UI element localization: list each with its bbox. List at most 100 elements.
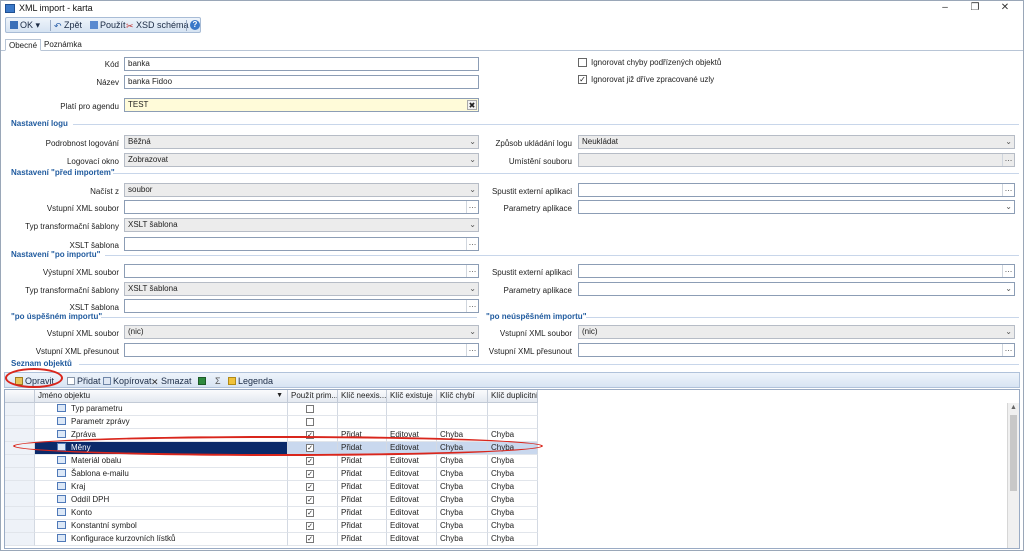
code-input[interactable]: banka bbox=[124, 57, 479, 71]
use-primary-checkbox[interactable]: ✓ bbox=[306, 522, 314, 530]
scroll-up-icon[interactable]: ▲ bbox=[1010, 404, 1017, 411]
after-xml-input[interactable]: … bbox=[124, 264, 479, 278]
log-detail-select[interactable]: Běžná ⌄ bbox=[124, 135, 479, 149]
sum-button[interactable]: Σ bbox=[215, 375, 221, 387]
browse-icon[interactable]: … bbox=[466, 265, 478, 277]
cell-exists[interactable]: Editovat bbox=[387, 455, 437, 468]
delete-button[interactable]: ✕ Smazat bbox=[151, 375, 192, 387]
use-primary-checkbox-cell[interactable] bbox=[288, 416, 338, 429]
failure-xml-select[interactable]: (nic) ⌄ bbox=[578, 325, 1015, 339]
grid-scrollbar[interactable]: ▲ bbox=[1007, 403, 1019, 548]
cell-exists[interactable] bbox=[387, 403, 437, 416]
use-primary-checkbox[interactable]: ✓ bbox=[306, 457, 314, 465]
cell-exists[interactable]: Editovat bbox=[387, 494, 437, 507]
scroll-thumb[interactable] bbox=[1010, 415, 1017, 491]
cell-missing[interactable]: Přidat bbox=[338, 520, 387, 533]
cell-absent[interactable]: Chyba bbox=[437, 494, 488, 507]
cell-dup[interactable]: Chyba bbox=[488, 455, 538, 468]
cell-absent[interactable]: Chyba bbox=[437, 455, 488, 468]
cell-exists[interactable] bbox=[387, 416, 437, 429]
add-button[interactable]: Přidat bbox=[67, 375, 101, 387]
cell-dup[interactable] bbox=[488, 403, 538, 416]
use-primary-checkbox-cell[interactable]: ✓ bbox=[288, 494, 338, 507]
row-indicator[interactable] bbox=[5, 455, 35, 468]
row-indicator[interactable] bbox=[5, 429, 35, 442]
column-header-key-missing[interactable]: Klíč neexis... bbox=[338, 390, 387, 403]
cell-dup[interactable]: Chyba bbox=[488, 481, 538, 494]
before-xml-input[interactable]: … bbox=[124, 200, 479, 214]
cell-absent[interactable]: Chyba bbox=[437, 468, 488, 481]
cell-missing[interactable] bbox=[338, 403, 387, 416]
close-button[interactable]: ✕ bbox=[991, 1, 1019, 16]
copy-button[interactable]: Kopírovat bbox=[103, 375, 152, 387]
cell-exists[interactable]: Editovat bbox=[387, 520, 437, 533]
object-name-cell[interactable]: Typ parametru bbox=[35, 403, 288, 416]
column-header-use-primary[interactable]: Použít prim... bbox=[288, 390, 338, 403]
before-params-select[interactable]: ⌄ bbox=[578, 200, 1015, 214]
back-button[interactable]: ↶ Zpět bbox=[54, 19, 82, 32]
failure-move-input[interactable]: … bbox=[578, 343, 1015, 357]
use-primary-checkbox[interactable] bbox=[306, 418, 314, 426]
cell-missing[interactable]: Přidat bbox=[338, 481, 387, 494]
row-indicator[interactable] bbox=[5, 520, 35, 533]
cell-exists[interactable]: Editovat bbox=[387, 468, 437, 481]
column-header-name[interactable]: Jméno objektu ▼ bbox=[35, 390, 288, 403]
use-primary-checkbox[interactable] bbox=[306, 405, 314, 413]
apply-button[interactable]: Použít bbox=[90, 19, 126, 32]
use-primary-checkbox[interactable]: ✓ bbox=[306, 535, 314, 543]
ignore-child-errors-checkbox[interactable] bbox=[578, 58, 587, 67]
object-name-cell[interactable]: Oddíl DPH bbox=[35, 494, 288, 507]
use-primary-checkbox-cell[interactable]: ✓ bbox=[288, 481, 338, 494]
success-xml-select[interactable]: (nic) ⌄ bbox=[124, 325, 479, 339]
object-name-cell[interactable]: Konstantní symbol bbox=[35, 520, 288, 533]
log-window-select[interactable]: Zobrazovat ⌄ bbox=[124, 153, 479, 167]
cell-dup[interactable]: Chyba bbox=[488, 533, 538, 546]
after-ext-app-input[interactable]: … bbox=[578, 264, 1015, 278]
object-name-cell[interactable]: Parametr zprávy bbox=[35, 416, 288, 429]
use-primary-checkbox[interactable]: ✓ bbox=[306, 509, 314, 517]
use-primary-checkbox-cell[interactable]: ✓ bbox=[288, 533, 338, 546]
cell-missing[interactable]: Přidat bbox=[338, 455, 387, 468]
row-indicator[interactable] bbox=[5, 481, 35, 494]
use-primary-checkbox[interactable]: ✓ bbox=[306, 496, 314, 504]
use-primary-checkbox-cell[interactable]: ✓ bbox=[288, 455, 338, 468]
use-primary-checkbox-cell[interactable] bbox=[288, 403, 338, 416]
browse-icon[interactable]: … bbox=[1002, 184, 1014, 196]
cell-absent[interactable]: Chyba bbox=[437, 507, 488, 520]
minimize-button[interactable]: – bbox=[931, 1, 959, 16]
object-name-cell[interactable]: Konto bbox=[35, 507, 288, 520]
before-transform-select[interactable]: XSLT šablona ⌄ bbox=[124, 218, 479, 232]
excel-export-button[interactable] bbox=[198, 375, 208, 387]
row-indicator[interactable] bbox=[5, 494, 35, 507]
cell-missing[interactable]: Přidat bbox=[338, 468, 387, 481]
use-primary-checkbox-cell[interactable]: ✓ bbox=[288, 507, 338, 520]
column-header-key-exists[interactable]: Klíč existuje bbox=[387, 390, 437, 403]
after-params-select[interactable]: ⌄ bbox=[578, 282, 1015, 296]
browse-icon[interactable]: … bbox=[1002, 154, 1014, 166]
after-transform-select[interactable]: XSLT šablona ⌄ bbox=[124, 282, 479, 296]
load-from-select[interactable]: soubor ⌄ bbox=[124, 183, 479, 197]
use-primary-checkbox[interactable]: ✓ bbox=[306, 470, 314, 478]
cell-missing[interactable] bbox=[338, 416, 387, 429]
row-indicator[interactable] bbox=[5, 533, 35, 546]
success-move-input[interactable]: … bbox=[124, 343, 479, 357]
agenda-input[interactable]: TEST ✖ bbox=[124, 98, 479, 112]
browse-icon[interactable]: … bbox=[1002, 265, 1014, 277]
cell-exists[interactable]: Editovat bbox=[387, 481, 437, 494]
browse-icon[interactable]: … bbox=[466, 238, 478, 250]
ok-button[interactable]: OK ▾ bbox=[10, 19, 40, 32]
cell-dup[interactable]: Chyba bbox=[488, 507, 538, 520]
help-icon[interactable]: ? bbox=[190, 20, 200, 30]
column-header-key-duplicate[interactable]: Klíč duplicitní bbox=[488, 390, 538, 403]
use-primary-checkbox[interactable]: ✓ bbox=[306, 483, 314, 491]
browse-icon[interactable]: … bbox=[466, 344, 478, 356]
cell-absent[interactable]: Chyba bbox=[437, 520, 488, 533]
object-name-cell[interactable]: Kraj bbox=[35, 481, 288, 494]
browse-icon[interactable]: … bbox=[466, 201, 478, 213]
cell-absent[interactable]: Chyba bbox=[437, 533, 488, 546]
cell-exists[interactable]: Editovat bbox=[387, 507, 437, 520]
use-primary-checkbox-cell[interactable]: ✓ bbox=[288, 520, 338, 533]
before-xslt-input[interactable]: … bbox=[124, 237, 479, 251]
ignore-processed-checkbox[interactable]: ✓ bbox=[578, 75, 587, 84]
maximize-button[interactable]: ❐ bbox=[961, 1, 989, 16]
